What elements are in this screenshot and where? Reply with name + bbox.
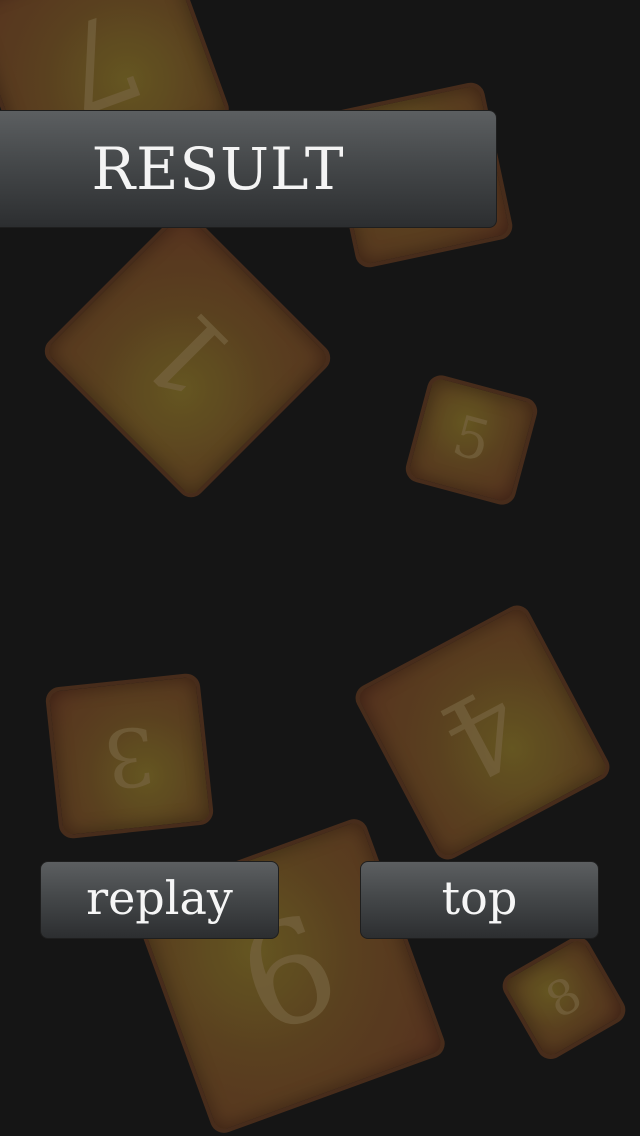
result-title: RESULT: [91, 135, 345, 203]
top-button-label: top: [441, 871, 518, 925]
replay-button-label: replay: [86, 871, 233, 925]
tile-digit: 3: [99, 707, 160, 806]
result-banner: RESULT: [0, 110, 497, 228]
tile-digit: 4: [421, 659, 544, 806]
game-result-screen: 7 2 1 5 3 4 6 8 RESULT replay top: [0, 0, 640, 1136]
background-tile-8: 8: [497, 931, 631, 1065]
background-tile-5: 5: [402, 372, 541, 508]
tile-digit: 1: [117, 284, 258, 425]
background-tile-4: 4: [350, 600, 615, 865]
tile-digit: 8: [536, 966, 592, 1030]
background-tile-1: 1: [39, 206, 336, 503]
background-tile-3: 3: [44, 672, 215, 840]
top-button[interactable]: top: [360, 861, 599, 939]
tile-digit: 5: [445, 403, 498, 476]
replay-button[interactable]: replay: [40, 861, 279, 939]
